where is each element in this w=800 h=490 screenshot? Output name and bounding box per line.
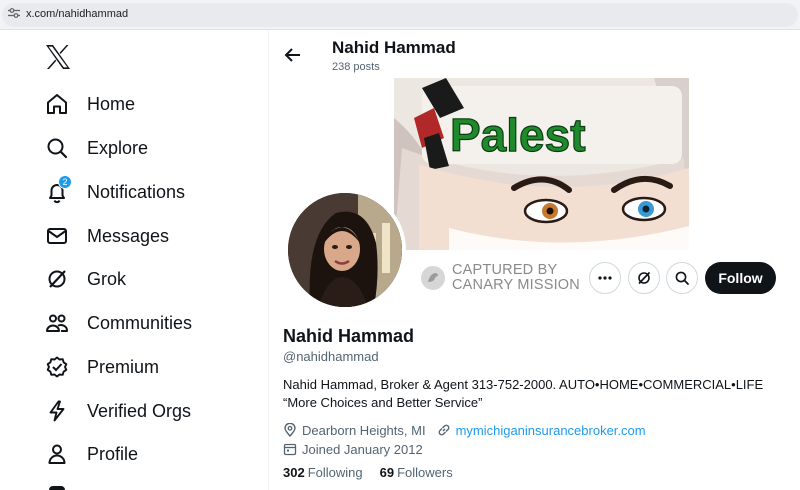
people-icon [44, 310, 70, 336]
profile-website-link[interactable]: mymichiganinsurancebroker.com [456, 423, 646, 438]
sidebar-item-home[interactable]: Home [44, 89, 135, 119]
profile-location: Dearborn Heights, MI [302, 422, 426, 438]
follow-stats: 302 Following 69 Followers [283, 465, 453, 480]
captured-by-label: CAPTURED BY CANARY MISSION [421, 263, 580, 293]
search-icon [675, 271, 689, 285]
verified-badge-icon [44, 354, 70, 380]
lightning-icon [44, 398, 70, 424]
followers-link[interactable]: 69 Followers [380, 465, 453, 480]
followers-count: 69 [379, 465, 395, 480]
sidebar-item-verified-orgs[interactable]: Verified Orgs [44, 396, 191, 426]
following-label: Following [307, 465, 363, 480]
sidebar-item-label: Communities [87, 312, 193, 333]
profile-meta: Dearborn Heights, MI mymichiganinsurance… [283, 421, 646, 458]
bio-line: Nahid Hammad, Broker & Agent 313-752-200… [283, 377, 764, 392]
following-link[interactable]: 302 Following [283, 465, 363, 480]
notification-badge: 2 [58, 175, 72, 189]
site-settings-icon[interactable] [8, 8, 20, 18]
sidebar-item-label: Home [87, 93, 136, 114]
sidebar-item-communities[interactable]: Communities [44, 308, 192, 338]
envelope-icon [44, 223, 70, 249]
url-text[interactable]: x.com/nahidhammad [26, 8, 128, 20]
person-icon [44, 441, 70, 467]
sidebar-nav: Home Explore 2 Notifications Messages Gr… [0, 30, 268, 490]
sidebar-item-grok[interactable]: Grok [44, 264, 126, 294]
grok-button[interactable] [628, 262, 660, 294]
sidebar-item-label: Profile [87, 443, 139, 464]
sidebar-item-label: Verified Orgs [87, 400, 192, 421]
header-profile-name: Nahid Hammad [332, 38, 456, 57]
search-icon [44, 135, 70, 161]
bio-line: “More Choices and Better Service” [283, 395, 483, 410]
banner-text: Palest [450, 109, 586, 161]
sidebar-item-label: Premium [87, 356, 160, 377]
sidebar-item-notifications[interactable]: 2 Notifications [44, 175, 186, 207]
sidebar-item-messages[interactable]: Messages [44, 221, 169, 251]
home-icon [44, 91, 70, 117]
post-count: 238 posts [332, 61, 380, 73]
more-options-button[interactable] [589, 262, 621, 294]
profile-name: Nahid Hammad [283, 326, 415, 346]
profile-handle: @nahidhammad [283, 349, 379, 364]
grok-icon [638, 271, 651, 285]
sidebar-item-label: Grok [87, 268, 127, 289]
browser-address-bar: x.com/nahidhammad [0, 0, 800, 30]
sidebar-item-label: Notifications [87, 181, 186, 202]
ellipsis-icon [598, 276, 612, 280]
sidebar-item-profile[interactable]: Profile [44, 439, 138, 469]
captured-by-line1: CAPTURED BY [452, 262, 558, 278]
bell-icon: 2 [44, 175, 72, 205]
link-icon [438, 424, 449, 436]
location-pin-icon [284, 423, 296, 437]
sidebar-item-label: Messages [87, 225, 170, 246]
profile-column: Nahid Hammad 238 posts Palest CAPTURED B… [269, 30, 800, 490]
captured-by-line2: CANARY MISSION [452, 277, 580, 293]
sidebar-item-label: Explore [87, 137, 149, 158]
sidebar-item-explore[interactable]: Explore [44, 133, 148, 163]
more-item-partial[interactable] [49, 486, 65, 490]
profile-banner[interactable]: Palest [394, 78, 689, 250]
follow-button[interactable]: Follow [705, 262, 776, 294]
grok-icon [44, 266, 70, 292]
profile-avatar[interactable] [284, 189, 406, 311]
sidebar-item-premium[interactable]: Premium [44, 352, 159, 382]
calendar-icon [283, 443, 297, 456]
x-logo-icon[interactable] [44, 44, 72, 70]
following-count: 302 [283, 465, 305, 480]
followers-label: Followers [397, 465, 453, 480]
search-profile-button[interactable] [666, 262, 698, 294]
canary-bird-icon [421, 266, 445, 290]
back-arrow-icon[interactable] [283, 45, 303, 65]
profile-bio: Nahid Hammad, Broker & Agent 313-752-200… [283, 376, 793, 412]
profile-joined-date: Joined January 2012 [302, 441, 423, 457]
